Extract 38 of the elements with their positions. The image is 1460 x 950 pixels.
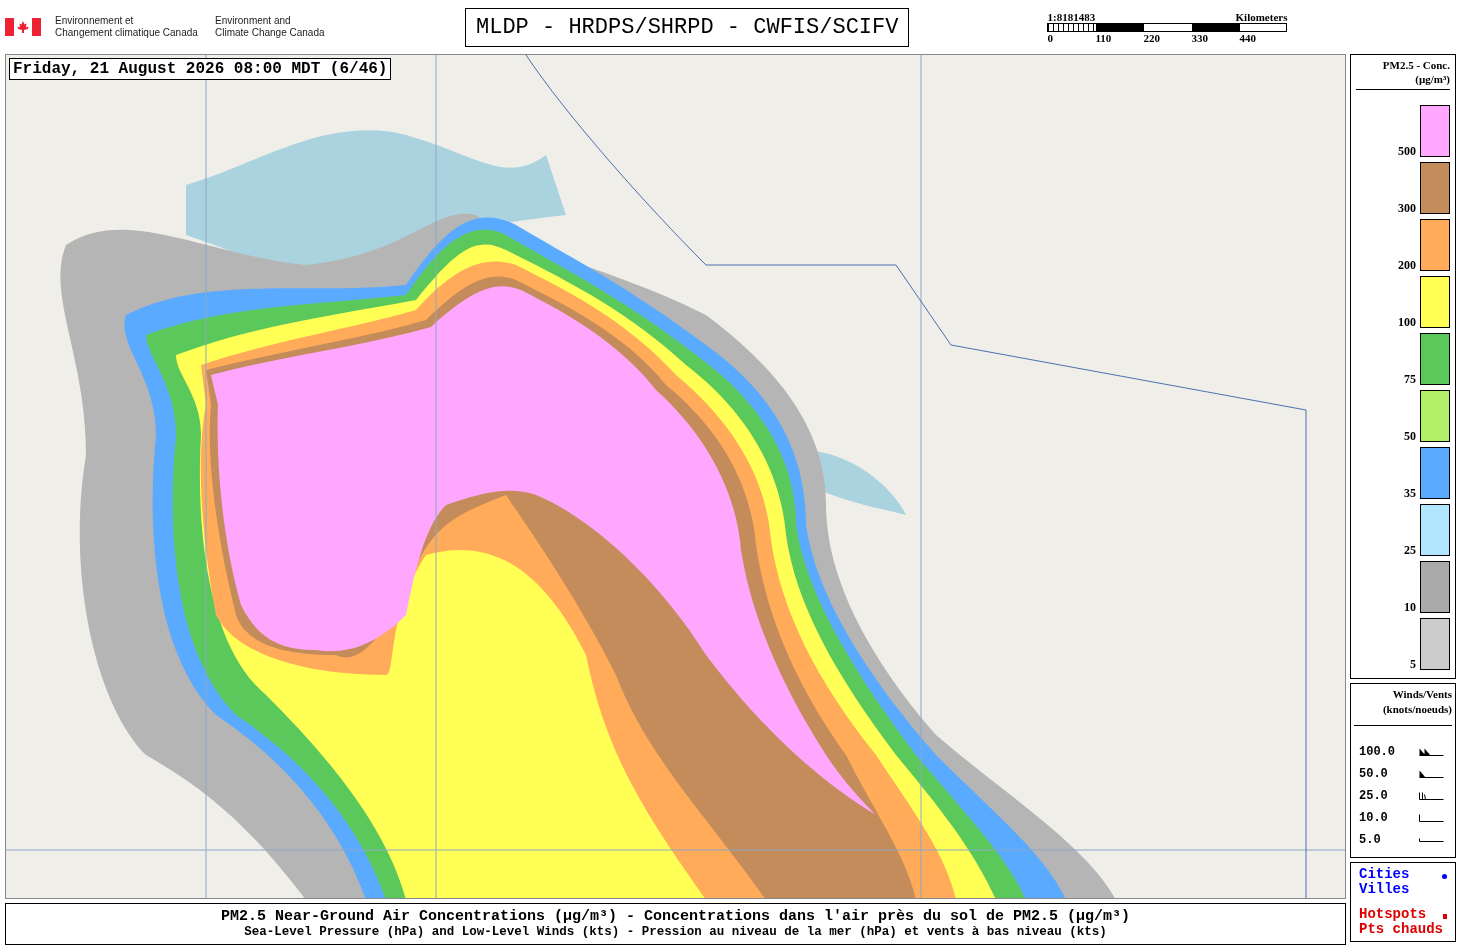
legend-value: 5: [1410, 658, 1416, 670]
agency-name: Environnement et Changement climatique Canada: [55, 15, 199, 39]
scale-unit: Kilometers: [1235, 10, 1288, 23]
wind-speed-label: 25.0: [1359, 788, 1388, 804]
timestamp-label: Friday, 21 August 2026 08:00 MDT (6/46): [9, 58, 392, 80]
legend-title: Winds/Vents (knots/noeuds): [1381, 687, 1452, 717]
map-title: MLDP - HRDPS/SHRPD - CWFIS/SCIFV: [465, 7, 910, 47]
agency-name: Environment and Climate Change Canada: [215, 15, 326, 39]
flag-logo-icon: [5, 18, 41, 36]
caption-subtitle: Sea-Level Pressure (hPa) and Low-Level Winds (kts) - Pression au niveau de la mer (hPa) et vents à bas niveau (kts): [244, 925, 1107, 940]
wind-barb-icon: [1419, 748, 1444, 756]
legend-value: 75: [1404, 373, 1416, 385]
symbol-label: Hotspots Pts chauds: [1359, 907, 1443, 937]
legend-value: 100: [1398, 316, 1416, 328]
wind-barb-icon: [1419, 792, 1444, 800]
scale-tick-label: 0: [1047, 31, 1054, 44]
legend-value: 50: [1404, 430, 1416, 442]
legend-value: 500: [1398, 145, 1416, 157]
scale-ratio: 1:8181483: [1047, 10, 1096, 23]
caption-title: PM2.5 Near-Ground Air Concentrations (µg/m³) - Concentrations dans l'air près du sol de PM2.5 (µg/m³): [220, 908, 1131, 925]
wind-speed-label: 10.0: [1359, 810, 1388, 826]
legend-title: PM2.5 - Conc. (µg/m³): [1381, 58, 1450, 86]
symbol-label: Cities Villes: [1359, 867, 1410, 897]
legend-value: 300: [1398, 202, 1416, 214]
legend-value: 10: [1404, 601, 1416, 613]
wind-speed-label: 50.0: [1359, 766, 1388, 782]
wind-speed-label: 100.0: [1359, 744, 1395, 760]
legend-value: 200: [1398, 259, 1416, 271]
scale-tick-label: 110: [1095, 31, 1113, 44]
scale-tick-label: 440: [1239, 31, 1257, 44]
legend-value: 35: [1404, 487, 1416, 499]
wind-barb-icon: [1419, 814, 1444, 822]
wind-barb-icon: [1419, 770, 1444, 778]
wind-barb-icon: [1419, 838, 1444, 842]
legend-value: 25: [1404, 544, 1416, 556]
scale-tick-label: 220: [1143, 31, 1161, 44]
scale-tick-label: 330: [1191, 31, 1209, 44]
wind-speed-label: 5.0: [1359, 832, 1381, 848]
